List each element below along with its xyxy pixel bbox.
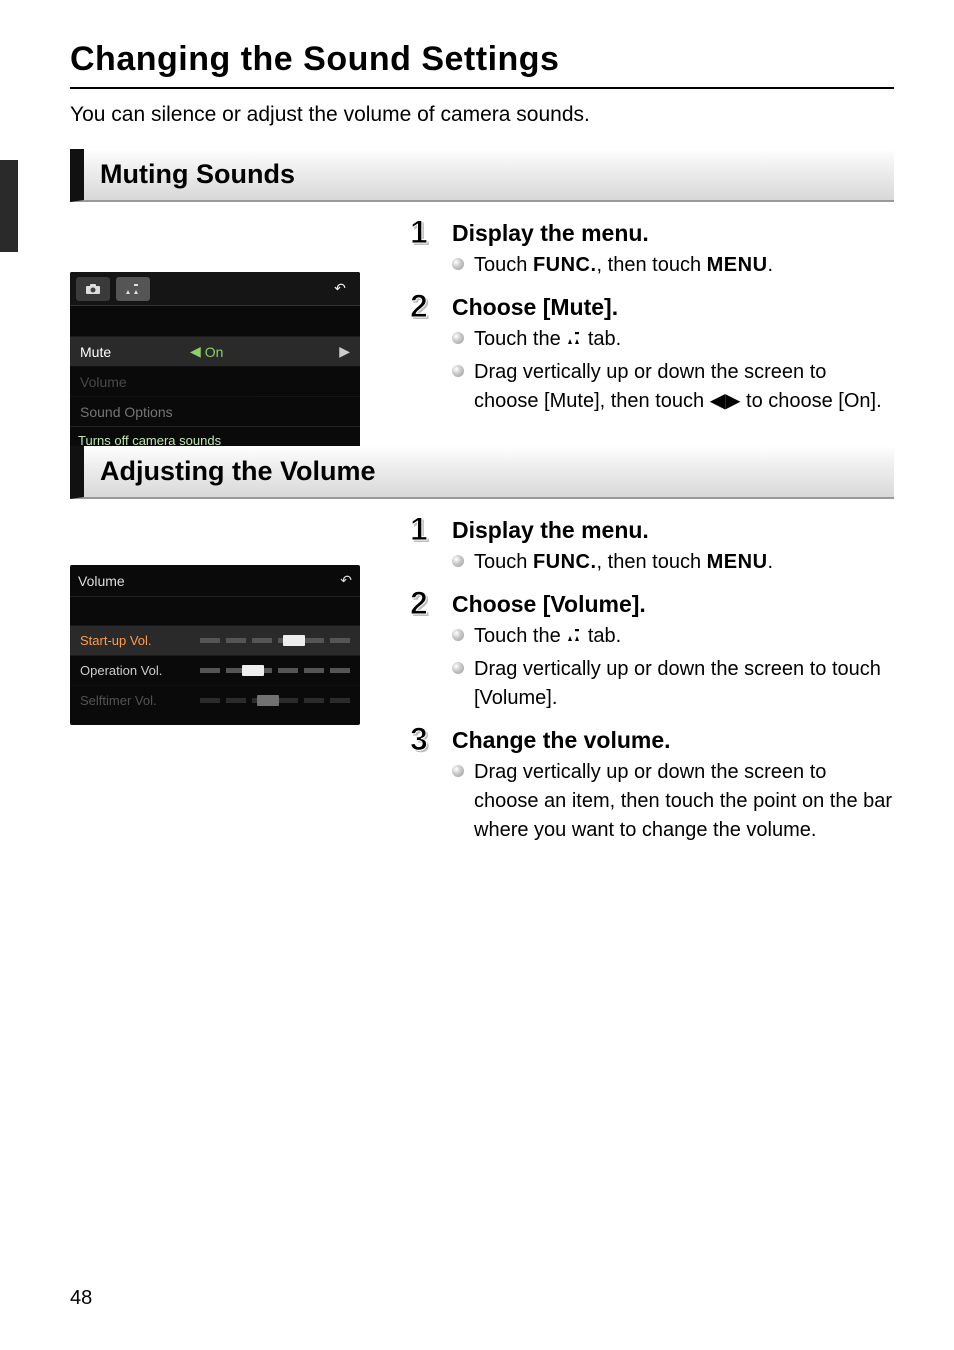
page-corner-decoration: [834, 0, 954, 80]
row-mute[interactable]: Mute ◀On ▶: [70, 336, 360, 366]
section-heading-volume: Adjusting the Volume: [70, 446, 894, 499]
step-title: Display the menu.: [452, 517, 894, 544]
page-intro-text: You can silence or adjust the volume of …: [70, 103, 894, 127]
section-heading-volume-label: Adjusting the Volume: [100, 456, 376, 486]
step-bullet: Touch FUNC., then touch MENU.: [452, 548, 894, 577]
step-bullet: Drag vertically up or down the screen to…: [452, 358, 894, 416]
row-mute-label: Mute: [80, 344, 190, 360]
row-sound-options-label: Sound Options: [80, 404, 240, 420]
step-bullet: Touch the tab.: [452, 325, 894, 354]
volume-bar-operation[interactable]: [200, 668, 350, 673]
step-volume-2: 2 2 Choose [Volume]. Touch the tab. Drag…: [410, 591, 894, 713]
tools-tab-icon: [566, 622, 582, 651]
step-title: Display the menu.: [452, 220, 894, 247]
step-bullet: Drag vertically up or down the screen to…: [452, 758, 894, 845]
back-icon[interactable]: ↶: [340, 572, 352, 589]
step-bullet: Touch FUNC., then touch MENU.: [452, 251, 894, 280]
step-bullet: Touch the tab.: [452, 622, 894, 651]
section-heading-muting: Muting Sounds: [70, 149, 894, 202]
page-number: 48: [70, 1287, 92, 1310]
volume-screen-title: Volume: [78, 573, 125, 589]
screenshot-volume-menu: Volume ↶ Start-up Vol. Operation Vol. Se…: [70, 565, 360, 725]
row-startup-vol-label: Start-up Vol.: [80, 633, 190, 648]
step-title: Choose [Volume].: [452, 591, 894, 618]
step-volume-3: 3 3 Change the volume. Drag vertically u…: [410, 727, 894, 845]
section-heading-muting-label: Muting Sounds: [100, 159, 295, 189]
row-selftimer-vol-label: Selftimer Vol.: [80, 693, 190, 708]
row-mute-value[interactable]: ◀On: [190, 343, 223, 360]
step-title: Choose [Mute].: [452, 294, 894, 321]
row-mute-chevron-right[interactable]: ▶: [339, 343, 350, 360]
row-operation-vol-label: Operation Vol.: [80, 663, 190, 678]
screenshot-mute-menu: ↶ Mute ◀On ▶ Volume Sound Options Turns …: [70, 272, 360, 452]
tools-tab-icon: [566, 325, 582, 354]
step-muting-2: 2 2 Choose [Mute]. Touch the tab. Drag v…: [410, 294, 894, 416]
row-volume-label: Volume: [80, 374, 190, 390]
row-volume[interactable]: Volume: [70, 366, 360, 396]
volume-bar-startup[interactable]: [200, 638, 350, 643]
page-title: Changing the Sound Settings: [70, 40, 894, 89]
step-title: Change the volume.: [452, 727, 894, 754]
row-sound-options[interactable]: Sound Options: [70, 396, 360, 426]
row-selftimer-vol[interactable]: Selftimer Vol.: [70, 685, 360, 715]
step-volume-1: 1 1 Display the menu. Touch FUNC., then …: [410, 517, 894, 577]
step-muting-1: 1 1 Display the menu. Touch FUNC., then …: [410, 220, 894, 280]
row-startup-vol[interactable]: Start-up Vol.: [70, 625, 360, 655]
volume-bar-selftimer[interactable]: [200, 698, 350, 703]
back-icon[interactable]: ↶: [326, 278, 354, 300]
tab-tools[interactable]: [116, 277, 150, 301]
side-index-tab: [0, 160, 18, 252]
tab-camera[interactable]: [76, 277, 110, 301]
step-bullet: Drag vertically up or down the screen to…: [452, 655, 894, 713]
row-operation-vol[interactable]: Operation Vol.: [70, 655, 360, 685]
